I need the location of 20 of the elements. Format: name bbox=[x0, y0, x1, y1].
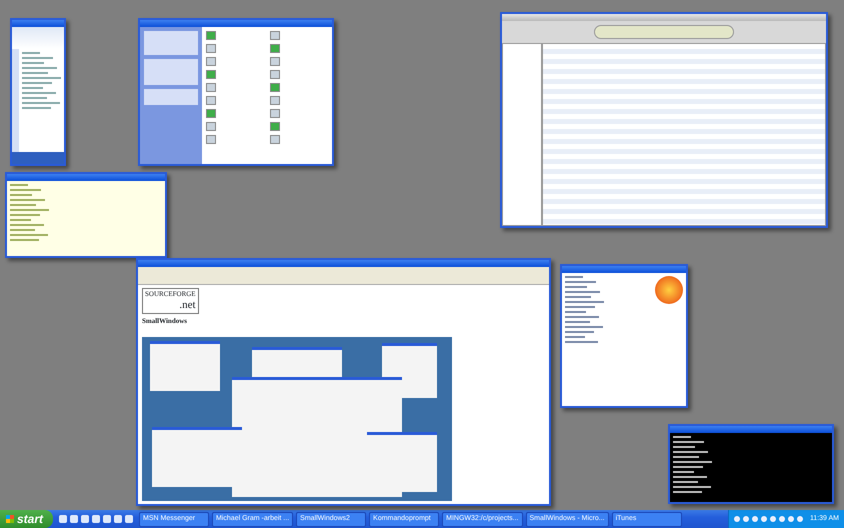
window[interactable] bbox=[560, 264, 688, 408]
logo-text: .net bbox=[179, 299, 196, 312]
terminal-text-drawing bbox=[10, 184, 49, 241]
avatar-icon bbox=[655, 276, 683, 304]
conversation-text-drawing bbox=[565, 276, 604, 343]
contact-list-drawing bbox=[22, 52, 61, 109]
window[interactable] bbox=[668, 424, 834, 504]
title-bar[interactable] bbox=[12, 20, 64, 27]
window[interactable] bbox=[10, 18, 66, 166]
messenger-banner bbox=[12, 152, 64, 164]
mini-window bbox=[150, 340, 220, 390]
window[interactable] bbox=[138, 18, 334, 166]
task-box bbox=[144, 31, 198, 55]
window[interactable] bbox=[5, 172, 167, 258]
window[interactable] bbox=[500, 12, 828, 228]
task-box bbox=[144, 89, 198, 105]
task-box bbox=[144, 59, 198, 85]
windows-flag-icon bbox=[6, 515, 14, 523]
start-button[interactable]: start bbox=[0, 510, 54, 528]
terminal-text-drawing bbox=[673, 436, 712, 493]
